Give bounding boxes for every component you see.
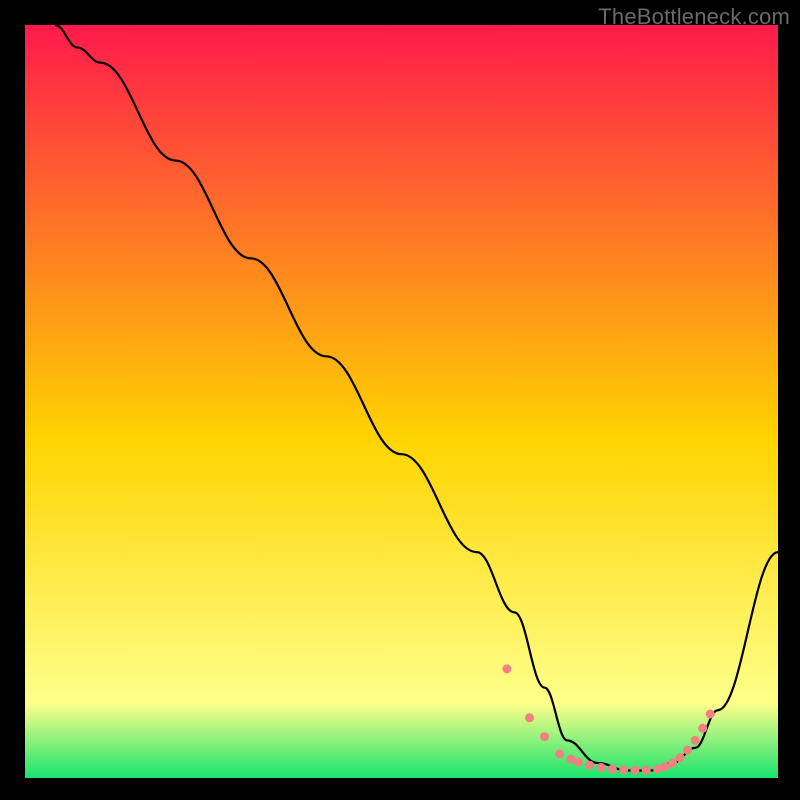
curve-marker bbox=[691, 736, 700, 745]
chart-frame: TheBottleneck.com bbox=[0, 0, 800, 800]
curve-marker bbox=[574, 758, 583, 767]
curve-marker bbox=[630, 766, 639, 775]
curve-marker bbox=[540, 732, 549, 741]
curve-marker bbox=[525, 713, 534, 722]
curve-marker bbox=[706, 709, 715, 718]
curve-marker bbox=[683, 746, 692, 755]
curve-marker bbox=[642, 766, 651, 775]
curve-marker bbox=[619, 765, 628, 774]
curve-marker bbox=[585, 761, 594, 770]
curve-marker bbox=[698, 724, 707, 733]
gradient-background bbox=[25, 25, 778, 778]
curve-marker bbox=[502, 664, 511, 673]
curve-marker bbox=[608, 764, 617, 773]
curve-marker bbox=[676, 753, 685, 762]
curve-marker bbox=[668, 758, 677, 767]
curve-marker bbox=[597, 763, 606, 772]
chart-svg bbox=[0, 0, 800, 800]
curve-marker bbox=[555, 749, 564, 758]
